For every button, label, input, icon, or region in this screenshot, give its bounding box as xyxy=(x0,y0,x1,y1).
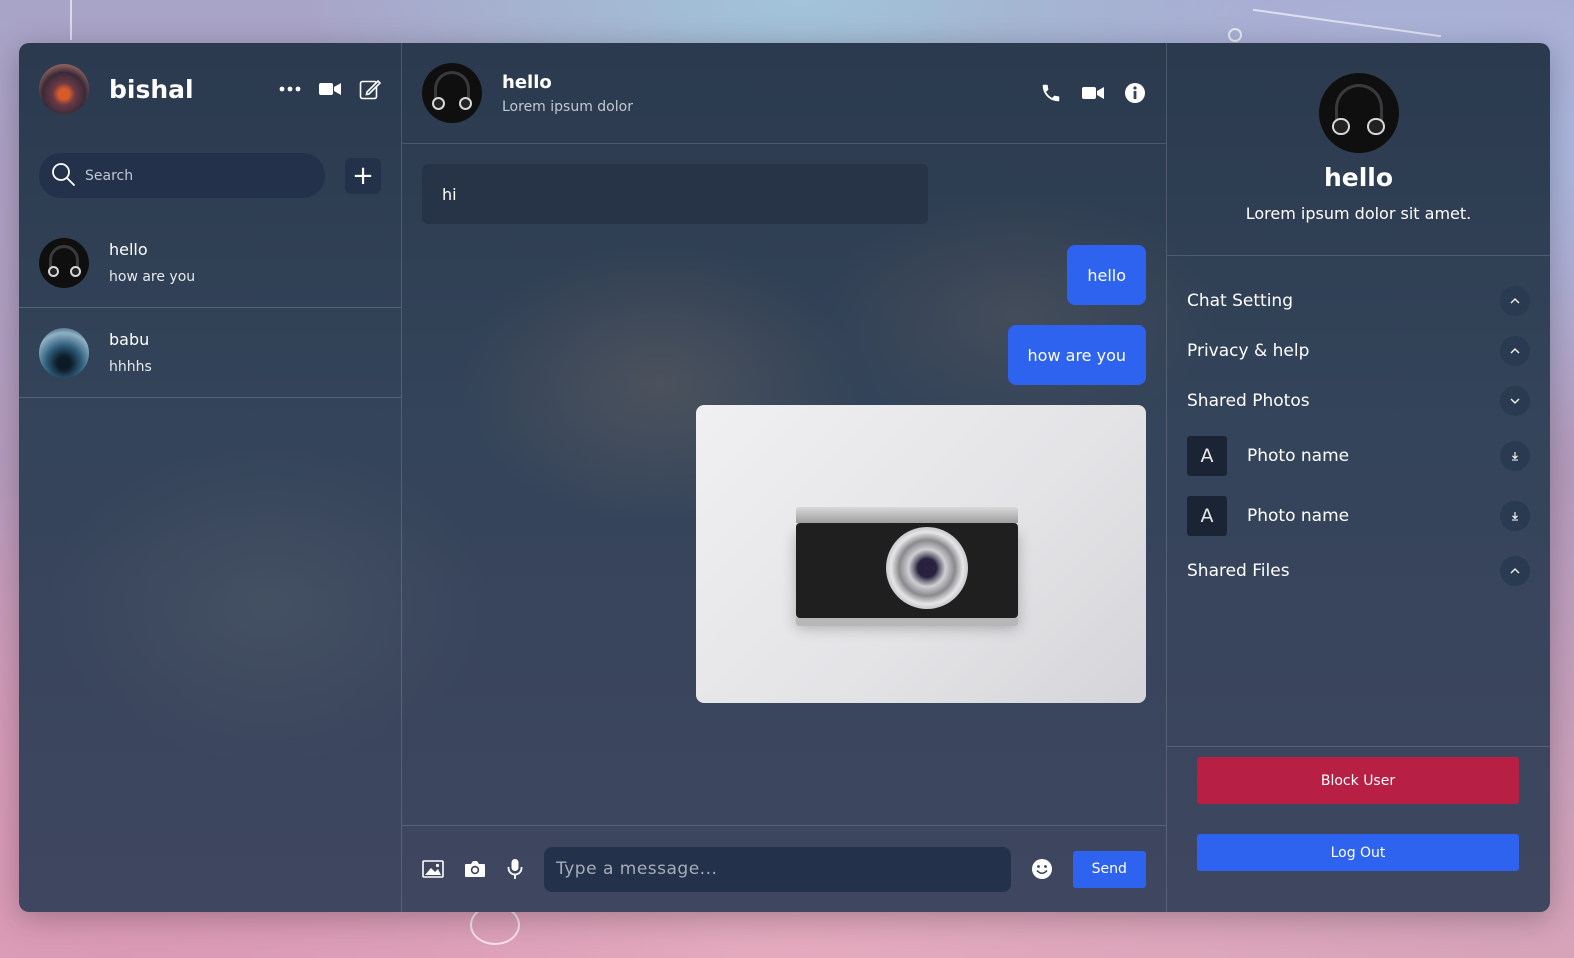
conversation-header: hello Lorem ipsum dolor xyxy=(402,43,1166,144)
section-shared-files[interactable]: Shared Files xyxy=(1187,546,1530,596)
search-box xyxy=(39,153,325,198)
contact-profile: hello Lorem ipsum dolor sit amet. xyxy=(1167,43,1550,256)
section-label: Shared Photos xyxy=(1187,391,1310,411)
contact-name: hello xyxy=(109,240,148,259)
contact-avatar xyxy=(39,237,89,288)
conversation-status: Lorem ipsum dolor xyxy=(502,98,633,115)
chat-list: hello how are you babu hhhhs xyxy=(19,218,401,398)
conversation-actions xyxy=(1040,82,1146,104)
shared-photo-item[interactable]: A Photo name xyxy=(1187,426,1530,486)
chevron-down-icon[interactable] xyxy=(1500,386,1530,416)
contact-name: hello xyxy=(1323,163,1394,192)
image-icon[interactable] xyxy=(422,860,444,878)
chat-app-window: bishal + xyxy=(19,43,1550,912)
outgoing-message: hello xyxy=(1067,245,1146,305)
chat-list-item[interactable]: babu hhhhs xyxy=(19,308,401,398)
video-call-icon[interactable] xyxy=(319,81,341,97)
contact-name: babu xyxy=(109,330,150,349)
add-chat-button[interactable]: + xyxy=(345,157,381,194)
conversation-list-panel: bishal + xyxy=(19,43,402,912)
message-composer: Send xyxy=(402,825,1166,912)
download-icon[interactable] xyxy=(1500,501,1530,531)
contact-avatar xyxy=(1318,73,1399,153)
emoji-icon[interactable] xyxy=(1031,858,1053,880)
contact-bio: Lorem ipsum dolor sit amet. xyxy=(1245,204,1472,223)
info-icon[interactable] xyxy=(1124,82,1146,104)
section-label: Privacy & help xyxy=(1187,341,1310,361)
section-privacy-help[interactable]: Privacy & help xyxy=(1187,326,1530,376)
section-chat-setting[interactable]: Chat Setting xyxy=(1187,276,1530,326)
download-icon[interactable] xyxy=(1500,441,1530,471)
last-message: hhhhs xyxy=(109,359,152,375)
contact-details-panel: hello Lorem ipsum dolor sit amet. Chat S… xyxy=(1167,43,1550,912)
background-decoration xyxy=(1252,8,1442,38)
section-label: Chat Setting xyxy=(1187,291,1294,311)
camera-lens xyxy=(886,527,968,609)
photo-name: Photo name xyxy=(1247,506,1350,526)
message-list: hi hello how are you xyxy=(402,144,1166,825)
microphone-icon[interactable] xyxy=(506,858,524,880)
last-message: how are you xyxy=(109,269,196,285)
image-message[interactable] xyxy=(696,405,1146,703)
video-call-icon[interactable] xyxy=(1082,85,1104,101)
search-row: + xyxy=(19,153,401,198)
phone-icon[interactable] xyxy=(1040,82,1062,104)
photo-thumbnail: A xyxy=(1187,496,1227,536)
more-options-icon[interactable] xyxy=(279,86,301,92)
search-input[interactable] xyxy=(85,167,285,184)
chevron-up-icon[interactable] xyxy=(1500,286,1530,316)
composer-tools xyxy=(422,858,524,880)
conversation-title: hello xyxy=(502,71,552,93)
log-out-button[interactable]: Log Out xyxy=(1197,834,1519,871)
camera-icon[interactable] xyxy=(464,860,486,878)
chevron-up-icon[interactable] xyxy=(1500,556,1530,586)
send-button[interactable]: Send xyxy=(1072,850,1146,888)
outgoing-message: how are you xyxy=(1007,325,1146,385)
incoming-message: hi xyxy=(422,164,928,224)
photo-name: Photo name xyxy=(1247,446,1350,466)
shared-photo-item[interactable]: A Photo name xyxy=(1187,486,1530,546)
detail-sections: Chat Setting Privacy & help Shared Photo… xyxy=(1167,256,1550,596)
contact-avatar[interactable] xyxy=(422,63,482,123)
background-decoration xyxy=(70,0,72,40)
user-name: bishal xyxy=(109,74,194,104)
account-actions: Block User Log Out xyxy=(1167,746,1550,912)
chat-list-item[interactable]: hello how are you xyxy=(19,218,401,308)
user-avatar[interactable] xyxy=(39,64,89,114)
message-input[interactable] xyxy=(544,846,1011,892)
photo-thumbnail: A xyxy=(1187,436,1227,476)
header-actions xyxy=(279,78,381,100)
contact-avatar xyxy=(39,327,89,378)
compose-icon[interactable] xyxy=(359,78,381,100)
chevron-up-icon[interactable] xyxy=(1500,336,1530,366)
conversation-panel: hello Lorem ipsum dolor hi hello how are xyxy=(402,43,1167,912)
user-header: bishal xyxy=(19,43,401,135)
section-shared-photos[interactable]: Shared Photos xyxy=(1187,376,1530,426)
block-user-button[interactable]: Block User xyxy=(1197,757,1519,804)
background-decoration xyxy=(1228,28,1242,42)
search-icon xyxy=(51,162,75,190)
section-label: Shared Files xyxy=(1187,561,1290,581)
